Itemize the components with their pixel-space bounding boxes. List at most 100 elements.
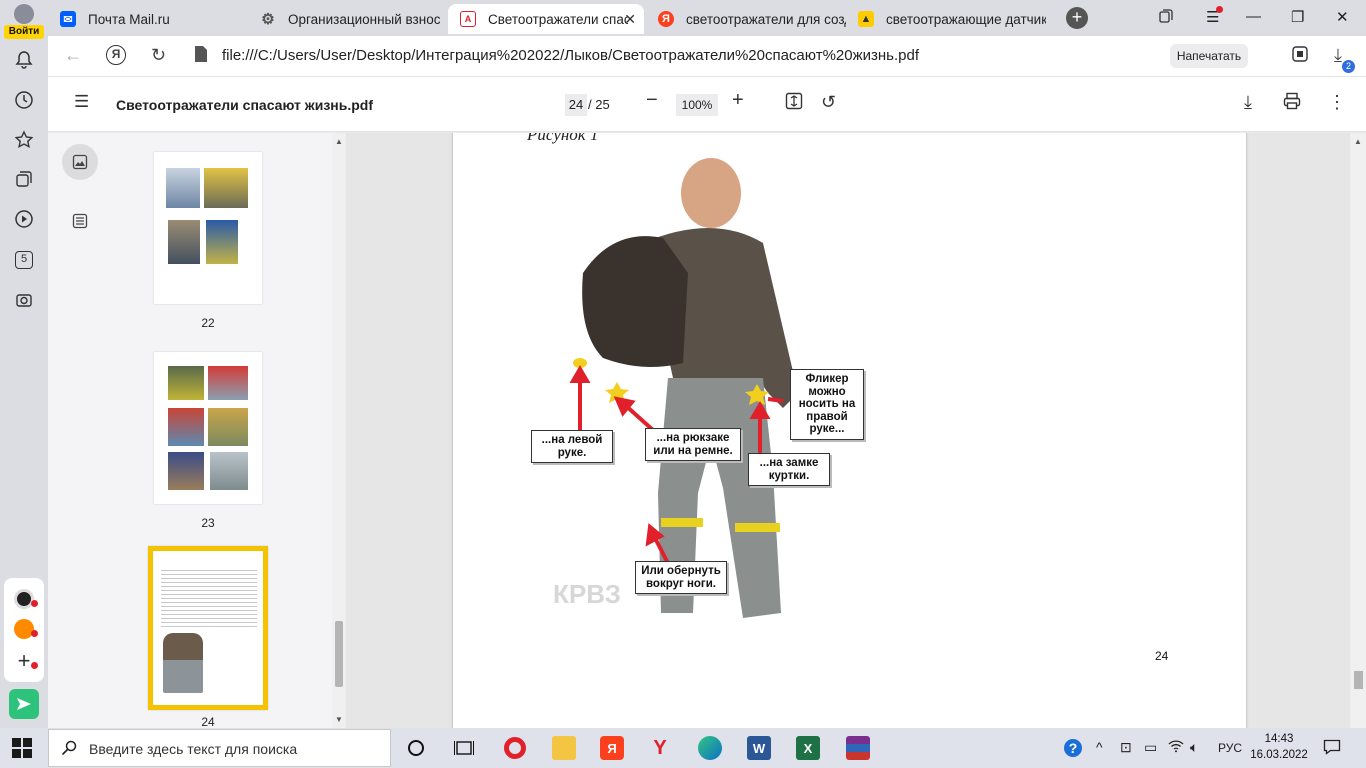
url-input[interactable]: file:///C:/Users/User/Desktop/Интеграция… — [222, 47, 919, 64]
arrow-head — [569, 365, 591, 383]
volume-icon[interactable]: 🔈︎ — [1190, 739, 1198, 756]
print-icon[interactable] — [1283, 92, 1301, 115]
tab-org-fee[interactable]: ⚙ Организационный взнос — [248, 4, 443, 34]
clock-time[interactable]: 14:43 — [1255, 733, 1303, 745]
search-placeholder: Введите здесь текст для поиска — [89, 741, 298, 757]
page-number-input[interactable]: 24 — [565, 94, 587, 116]
hamburger-menu-icon[interactable]: ☰ — [74, 92, 89, 112]
thumbnail-page-24-selected[interactable] — [148, 546, 268, 710]
zoom-level-input[interactable]: 100% — [676, 94, 718, 116]
user-avatar-icon — [14, 4, 34, 24]
zoom-in-icon[interactable]: + — [732, 89, 744, 112]
word-icon[interactable]: W — [747, 736, 771, 760]
clock-date[interactable]: 16.03.2022 — [1249, 749, 1309, 761]
edge-icon[interactable] — [698, 736, 722, 760]
tab-label: светоотражатели для созд — [686, 11, 846, 27]
notifications-icon[interactable] — [1323, 739, 1341, 758]
thumbnail-panel: 22 23 24 ▲ ▼ — [48, 133, 346, 729]
mail-icon: ✉ — [60, 11, 76, 27]
thumbnail-page-label: 22 — [201, 316, 215, 330]
apps-counter-icon[interactable]: 5 — [9, 245, 39, 275]
document-scrollbar[interactable]: ▲ — [1350, 133, 1366, 728]
callout-leg: Или обернуть вокруг ноги. — [635, 561, 727, 594]
print-button[interactable]: Напечатать — [1170, 44, 1248, 68]
image-icon: ▲ — [858, 11, 874, 27]
outline-view-icon[interactable] — [62, 203, 98, 239]
pdf-viewer: Рисунок 1 КРВЗ ...на левой руке. ...на р… — [346, 133, 1366, 728]
history-icon[interactable] — [9, 85, 39, 115]
star-icon[interactable] — [9, 125, 39, 155]
notification-dot — [1216, 6, 1223, 13]
excel-icon[interactable]: X — [796, 736, 820, 760]
minimize-icon[interactable]: — — [1246, 8, 1261, 25]
taskbar-search-box[interactable]: Введите здесь текст для поиска — [48, 729, 391, 767]
thumbnails-view-icon[interactable] — [62, 144, 98, 180]
file-explorer-icon[interactable] — [552, 736, 576, 760]
messenger-icon[interactable] — [9, 689, 39, 719]
window-close-icon[interactable]: ✕ — [1336, 8, 1349, 26]
tab-manager-icon[interactable] — [1158, 8, 1174, 28]
extensions-icon[interactable] — [1291, 45, 1309, 68]
meet-now-icon[interactable]: ⊡ — [1120, 739, 1132, 756]
zoom-out-icon[interactable]: − — [646, 89, 658, 112]
windows-start-icon[interactable] — [12, 738, 32, 758]
close-icon[interactable]: ✕ — [624, 11, 636, 28]
task-view-icon[interactable] — [452, 736, 476, 760]
wifi-icon[interactable] — [1168, 739, 1184, 756]
callout-left-hand: ...на левой руке. — [531, 430, 613, 463]
add-app-icon[interactable]: + — [9, 646, 39, 676]
login-button[interactable]: Войти — [4, 4, 44, 40]
thumbnail-photo — [208, 366, 248, 400]
tab-yandex-search[interactable]: Я светоотражатели для созд — [646, 4, 846, 34]
yandex-home-icon[interactable]: Я — [106, 45, 126, 65]
new-tab-button[interactable]: + — [1066, 7, 1088, 29]
reload-icon[interactable]: ↻ — [151, 45, 166, 66]
rotate-icon[interactable]: ↺ — [821, 92, 836, 113]
fit-page-icon[interactable] — [785, 92, 803, 115]
yandex-app-icon[interactable]: Я — [600, 736, 624, 760]
thumbnail-photo — [204, 168, 248, 208]
scrollbar-thumb[interactable] — [335, 621, 343, 687]
restore-icon[interactable]: ❐ — [1291, 8, 1304, 26]
chevron-up-icon[interactable]: ^ — [1096, 739, 1103, 755]
opera-icon[interactable] — [503, 736, 527, 760]
download-pdf-icon[interactable]: ⤓ — [1244, 92, 1252, 113]
help-icon[interactable]: ? — [1064, 739, 1082, 757]
tab-mail[interactable]: ✉ Почта Mail.ru — [48, 4, 248, 34]
thumbnail-page-22[interactable] — [154, 152, 262, 304]
tab-pdf-active[interactable]: A Светоотражатели спасают ✕ — [448, 4, 644, 34]
collections-icon[interactable] — [9, 164, 39, 194]
language-indicator[interactable]: РУС — [1218, 741, 1242, 755]
scroll-down-icon[interactable]: ▼ — [335, 715, 343, 724]
thumbnail-photo — [166, 168, 200, 208]
bell-icon[interactable] — [9, 45, 39, 75]
zen-app-icon[interactable] — [9, 614, 39, 644]
pdf-icon: A — [460, 11, 476, 27]
windows-taskbar: Введите здесь текст для поиска Я Y W X ?… — [0, 728, 1366, 768]
scrollbar-thumb[interactable] — [1354, 671, 1363, 689]
battery-icon[interactable]: ▭ — [1144, 739, 1157, 756]
more-options-icon[interactable]: ⋮ — [1328, 92, 1346, 113]
head-shape — [681, 158, 741, 228]
winrar-icon[interactable] — [846, 736, 870, 760]
thumbnail-photo — [168, 366, 204, 400]
callout-right-hand: Фликер можно носить на правой руке... — [790, 369, 864, 440]
scroll-up-icon[interactable]: ▲ — [1354, 137, 1362, 146]
menu-icon[interactable]: ☰ — [1206, 6, 1223, 26]
scroll-up-icon[interactable]: ▲ — [335, 137, 343, 146]
camera-icon[interactable] — [9, 285, 39, 315]
thumbnail-scrollbar[interactable]: ▲ ▼ — [332, 133, 346, 728]
alice-app-icon[interactable] — [9, 584, 39, 614]
cortana-icon[interactable] — [404, 736, 428, 760]
play-icon[interactable] — [9, 204, 39, 234]
thumbnail-photo — [208, 408, 248, 446]
tab-image-search[interactable]: ▲ светоотражающие датчик — [846, 4, 1046, 34]
back-icon[interactable]: ← — [64, 45, 82, 66]
apps-counter-badge: 5 — [15, 251, 33, 269]
thumbnail-page-23[interactable] — [154, 352, 262, 504]
sidebar-view-switcher — [48, 133, 114, 728]
download-icon[interactable]: ⤓ — [1334, 45, 1342, 66]
thumbnail-photo — [163, 633, 203, 693]
yandex-browser-icon[interactable]: Y — [648, 736, 672, 760]
backpack-shape — [582, 236, 688, 367]
